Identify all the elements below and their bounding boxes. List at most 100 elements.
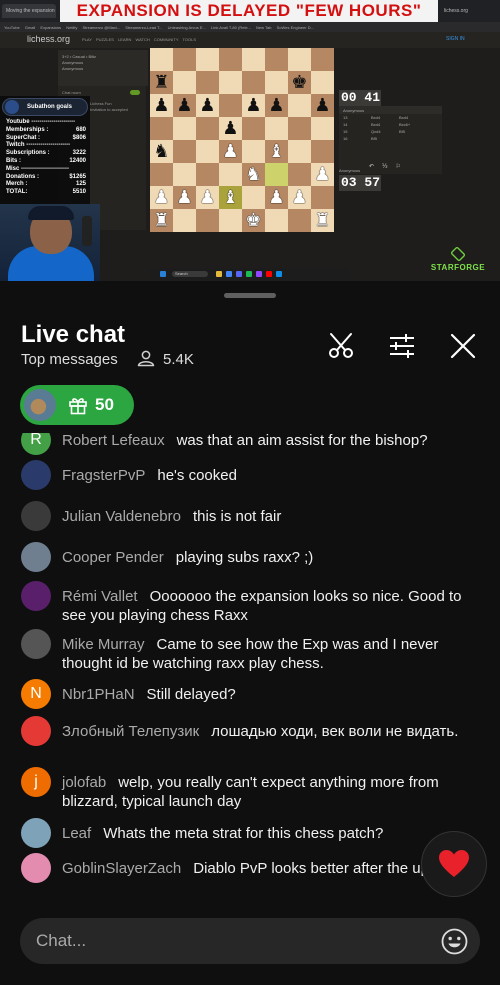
board-square: [219, 209, 242, 232]
move-san: Bxc6+: [399, 122, 411, 127]
streamer-cap: [28, 206, 74, 220]
move-list: Anonymous 13 Bxd4 Bxd4 14 Bxd4 Bxc6+ 15 Qxd4 Bf5…: [339, 106, 442, 174]
board-square: [173, 209, 196, 232]
goals-list: Youtube ---------------------- Membership…: [6, 119, 86, 197]
goal-row: Memberships : 680: [6, 127, 86, 135]
stream-video[interactable]: Moving the expansion - Play L... lichess…: [0, 0, 500, 281]
white-pawn-icon: ♟: [268, 186, 285, 208]
message-author[interactable]: Mike Murray: [62, 636, 145, 653]
black-pawn-icon: ♟: [245, 94, 262, 116]
board-square: ♟: [150, 186, 173, 209]
black-pawn-icon: ♟: [199, 94, 216, 116]
browser-tab: Moving the expansion - Play L...: [2, 4, 56, 18]
message-body: Rémi Vallet Ooooooo the expansion looks s…: [62, 587, 482, 625]
message-text: he's cooked: [157, 467, 237, 484]
stream-banner: EXPANSION IS DELAYED "FEW HOURS": [60, 0, 438, 22]
owl-logo-icon: [5, 100, 19, 114]
chat-message-list[interactable]: R Robert Lefeaux was that an aim assist fo…: [0, 433, 500, 895]
avatar[interactable]: [21, 581, 51, 611]
board-square: [288, 163, 311, 186]
tune-sliders-icon[interactable]: [387, 331, 417, 361]
emoji-icon[interactable]: [441, 928, 468, 955]
close-icon[interactable]: [448, 331, 478, 361]
board-square: [242, 48, 265, 71]
message-text: welp, you really can't expect anything m…: [62, 774, 439, 810]
starforge-logo: STARFORGE: [427, 246, 489, 272]
avatar[interactable]: [21, 629, 51, 659]
top-messages-filter[interactable]: Top messages: [21, 351, 118, 368]
goals-title: Subathon goals: [27, 104, 72, 110]
board-square: [150, 48, 173, 71]
avatar[interactable]: [21, 853, 51, 883]
goal-row: Donations : $1265: [6, 174, 86, 182]
message-text: playing subs raxx? ;): [175, 549, 314, 566]
board-square: [242, 186, 265, 209]
board-square: [311, 186, 334, 209]
goal-label: Misc ------------------------: [6, 165, 69, 172]
goal-label: Bits :: [6, 157, 21, 164]
bookmark: Expansions: [40, 25, 62, 30]
bookmark: Unleashing Arcus E...: [167, 25, 206, 30]
bottom-player-name: Anonymous: [339, 168, 361, 173]
move-san: [399, 136, 427, 141]
black-pawn-icon: ♟: [153, 94, 170, 116]
message-text: this is not fair: [192, 508, 282, 525]
avatar[interactable]: j: [21, 767, 51, 797]
message-author[interactable]: Julian Valdenebro: [62, 508, 181, 525]
message-author[interactable]: FragsterPvP: [62, 467, 145, 484]
avatar[interactable]: [21, 542, 51, 572]
move-controls: ↶ ½ ⚐: [369, 163, 402, 170]
message-text: was that an aim assist for the bishop?: [176, 433, 428, 449]
message-body: Cooper Pender playing subs raxx? ;): [62, 548, 482, 567]
avatar[interactable]: [21, 716, 51, 746]
goal-value: 3222: [72, 150, 86, 157]
board-square: [288, 94, 311, 117]
goal-label: Merch :: [6, 181, 28, 188]
white-bishop-icon: ♝: [222, 186, 239, 208]
goal-row: Bits : 12400: [6, 158, 86, 166]
bookmark: Streamerzo-Lead T...: [125, 25, 163, 30]
message-author[interactable]: Cooper Pender: [62, 549, 164, 566]
goal-row: Twitch ----------------------: [6, 142, 86, 150]
message-author[interactable]: Leaf: [62, 825, 91, 842]
move-san: Bxd4: [399, 115, 409, 120]
message-author[interactable]: Rémi Vallet: [62, 588, 138, 605]
board-square: [288, 48, 311, 71]
move-san: Bxd4: [371, 115, 381, 120]
message-author[interactable]: Злобный Телепузик: [62, 723, 199, 740]
board-square: [219, 94, 242, 117]
gifted-memberships-chip[interactable]: 50: [20, 385, 134, 425]
message-author[interactable]: Robert Lefeaux: [62, 433, 165, 449]
board-square: [173, 163, 196, 186]
board-square: [173, 140, 196, 163]
goal-value: 5510: [72, 189, 86, 196]
site-logo: lichess.org: [27, 34, 71, 44]
starforge-name: STARFORGE: [430, 263, 486, 272]
board-square: ♟: [173, 186, 196, 209]
scissors-icon[interactable]: [326, 331, 356, 361]
avatar[interactable]: [21, 818, 51, 848]
message-author[interactable]: GoblinSlayerZach: [62, 860, 181, 877]
heart-reaction-button[interactable]: [421, 831, 487, 897]
goal-value: 12400: [69, 157, 86, 164]
message-author[interactable]: Nbr1PHaN: [62, 686, 135, 703]
avatar[interactable]: R: [21, 433, 51, 455]
board-square: ♜: [311, 209, 334, 232]
viewer-count: 5.4K: [163, 351, 194, 368]
move-san: Bxd4: [371, 122, 381, 127]
board-square: ♚: [288, 71, 311, 94]
avatar[interactable]: [21, 460, 51, 490]
white-pawn-icon: ♟: [199, 186, 216, 208]
starforge-icon: [450, 246, 466, 262]
person-outline-icon: [137, 350, 155, 367]
goals-title-pill: Subathon goals: [2, 98, 88, 116]
chat-input[interactable]: [36, 928, 416, 954]
board-square: [150, 163, 173, 186]
goal-label: TOTAL:: [6, 189, 28, 196]
message-author[interactable]: jolofab: [62, 774, 106, 791]
board-square: [265, 117, 288, 140]
avatar[interactable]: [21, 501, 51, 531]
drag-handle[interactable]: [224, 293, 276, 298]
bookmark: Link Avail T-80 (Rele...: [211, 25, 251, 30]
avatar[interactable]: N: [21, 679, 51, 709]
